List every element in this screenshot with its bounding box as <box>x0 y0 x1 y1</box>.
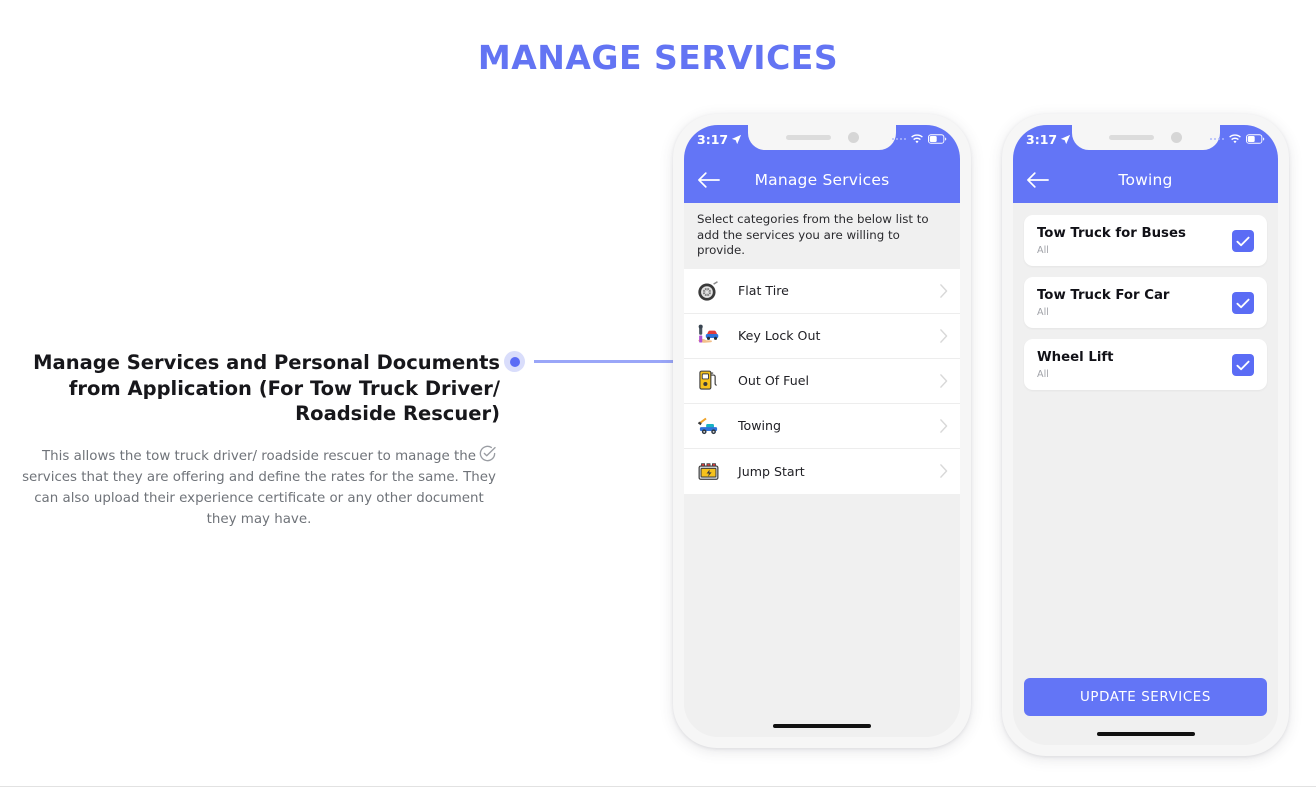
list-item-title: Wheel Lift <box>1037 350 1114 365</box>
location-arrow-icon <box>732 134 742 144</box>
towing-options-list: Tow Truck for Buses All Tow Truck For Ca… <box>1013 203 1278 678</box>
phone1-empty-area <box>684 493 960 724</box>
status-time: 3:17 <box>697 131 729 147</box>
car-key-icon <box>698 324 719 343</box>
callout-body: This allows the tow truck driver/ roadsi… <box>22 448 496 527</box>
phone2-screen: 3:17 Towing Tow Truck for Buses All Tow … <box>1013 125 1278 745</box>
battery-icon <box>1246 134 1265 144</box>
callout-block: Manage Services and Personal Documents f… <box>18 350 500 530</box>
list-item-label: Out Of Fuel <box>738 373 809 388</box>
tow-truck-icon <box>697 417 718 435</box>
chevron-right-icon <box>940 464 948 478</box>
check-icon <box>1236 360 1250 370</box>
check-icon <box>1236 236 1250 246</box>
signal-icon <box>891 137 906 141</box>
status-time: 3:17 <box>1026 131 1058 147</box>
list-item-label: Towing <box>738 418 782 433</box>
list-item[interactable]: Towing <box>684 403 960 449</box>
page-title: MANAGE SERVICES <box>477 38 839 77</box>
list-item-subtitle: All <box>1037 245 1049 256</box>
list-item[interactable]: Key Lock Out <box>684 313 960 359</box>
list-item[interactable]: Flat Tire <box>684 268 960 314</box>
phone-mockup-manage-services: 3:17 Manage Services Select categories f… <box>673 114 971 748</box>
wifi-icon <box>911 133 923 143</box>
phone1-hint-text: Select categories from the below list to… <box>684 203 960 269</box>
list-item-subtitle: All <box>1037 307 1049 318</box>
back-arrow-icon[interactable] <box>1027 171 1049 189</box>
phone1-title: Manage Services <box>754 171 890 189</box>
list-item[interactable]: Out Of Fuel <box>684 358 960 404</box>
phone1-top: 3:17 Manage Services <box>684 125 960 203</box>
service-category-list: Flat Tire Key Lock Out Out Of Fuel Towin… <box>684 268 960 494</box>
phone1-status-bar: 3:17 <box>684 125 960 153</box>
battery-jump-icon <box>698 462 719 480</box>
phone2-top: 3:17 Towing <box>1013 125 1278 203</box>
page-root: MANAGE SERVICES Manage Services and Pers… <box>0 0 1316 791</box>
wifi-icon <box>1229 133 1241 143</box>
phone1-screen: 3:17 Manage Services Select categories f… <box>684 125 960 737</box>
list-item[interactable]: Wheel Lift All <box>1024 339 1267 390</box>
checkbox-checked[interactable] <box>1232 230 1254 252</box>
check-circle-icon <box>479 445 496 462</box>
update-services-button[interactable]: UPDATE SERVICES <box>1024 678 1267 716</box>
callout-heading: Manage Services and Personal Documents f… <box>33 351 500 425</box>
chevron-right-icon <box>940 373 948 388</box>
chevron-right-icon <box>940 418 948 433</box>
list-item[interactable]: Tow Truck For Car All <box>1024 277 1267 328</box>
home-indicator <box>1096 732 1195 736</box>
chevron-right-icon <box>940 283 948 298</box>
list-item-title: Tow Truck For Car <box>1037 288 1170 303</box>
phone2-nav-header: Towing <box>1013 157 1278 203</box>
list-item-subtitle: All <box>1037 369 1049 380</box>
location-arrow-icon <box>1061 134 1071 144</box>
phone2-status-bar: 3:17 <box>1013 125 1278 153</box>
tire-icon <box>698 281 718 301</box>
back-arrow-icon[interactable] <box>698 171 720 189</box>
list-item[interactable]: Tow Truck for Buses All <box>1024 215 1267 266</box>
phone-mockup-towing: 3:17 Towing Tow Truck for Buses All Tow … <box>1002 114 1289 756</box>
check-icon <box>1236 298 1250 308</box>
phone1-nav-header: Manage Services <box>684 157 960 203</box>
list-item[interactable]: Jump Start <box>684 448 960 494</box>
home-indicator <box>773 724 871 728</box>
checkbox-checked[interactable] <box>1232 354 1254 376</box>
battery-icon <box>928 134 947 144</box>
checkbox-checked[interactable] <box>1232 292 1254 314</box>
phone2-title: Towing <box>1118 171 1173 189</box>
chevron-right-icon <box>940 328 948 343</box>
list-item-label: Jump Start <box>738 463 805 479</box>
fuel-pump-icon <box>699 370 717 390</box>
list-item-label: Key Lock Out <box>738 328 821 343</box>
list-item-label: Flat Tire <box>738 283 789 298</box>
signal-icon <box>1209 137 1224 141</box>
bottom-divider <box>0 786 1316 787</box>
list-item-title: Tow Truck for Buses <box>1037 226 1186 241</box>
connector-dot <box>504 351 525 372</box>
